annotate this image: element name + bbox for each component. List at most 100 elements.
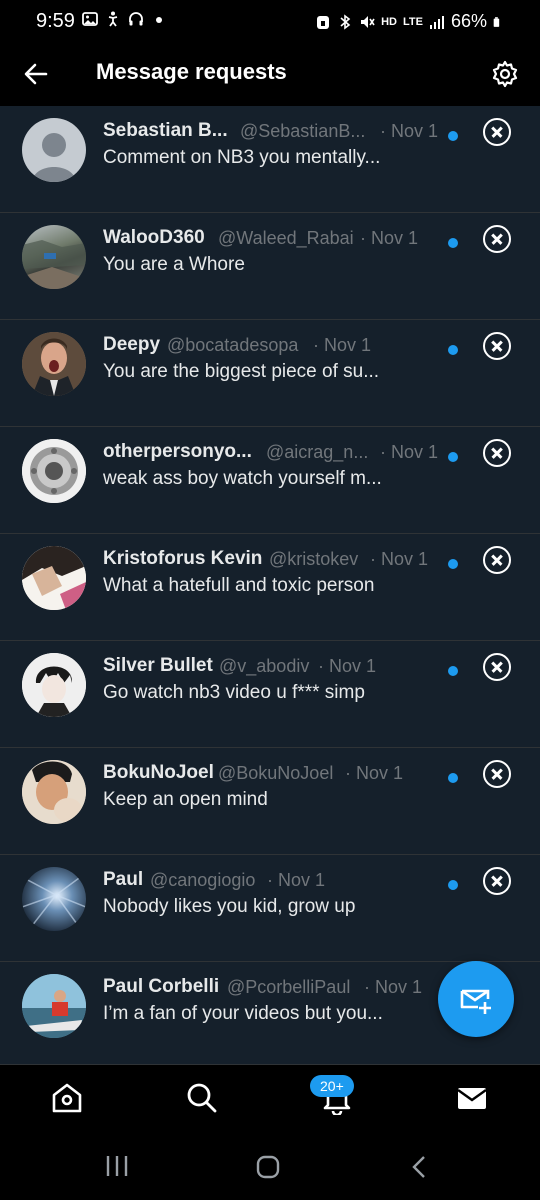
sender-handle: @Waleed_Rabai xyxy=(218,228,354,248)
message-date: · Nov 1 xyxy=(360,228,419,248)
message-preview: You are the biggest piece of su... xyxy=(103,361,380,382)
message-preview: weak ass boy watch yourself m... xyxy=(103,468,382,489)
dismiss-button[interactable] xyxy=(483,225,511,253)
notifications-badge: 20+ xyxy=(310,1075,354,1097)
list-item[interactable]: Paul @canogiogio · Nov 1 Nobody likes yo… xyxy=(0,855,540,962)
unread-dot xyxy=(448,238,458,248)
avatar xyxy=(22,760,86,824)
message-preview: Go watch nb3 video u f*** simp xyxy=(103,682,365,703)
settings-gear-icon[interactable] xyxy=(490,59,520,89)
unread-dot xyxy=(448,559,458,569)
avatar-image xyxy=(22,872,86,931)
message-preview: Nobody likes you kid, grow up xyxy=(103,896,356,917)
sender-handle: @bocatadesopa xyxy=(167,335,299,355)
dismiss-button[interactable] xyxy=(483,118,511,146)
sender-name: WalooD360 xyxy=(103,227,205,248)
status-bar: 9:59 HD LTE 66% xyxy=(0,0,540,42)
avatar-image xyxy=(22,974,86,1038)
status-right-icons: HD LTE 66% xyxy=(315,11,504,32)
sender-name: BokuNoJoel xyxy=(103,762,214,783)
message-preview: I’m a fan of your videos but you... xyxy=(103,1003,383,1024)
list-item[interactable]: Sebastian B... @SebastianB... · Nov 1 Co… xyxy=(0,106,540,213)
gallery-icon xyxy=(82,12,98,26)
mute-icon xyxy=(361,15,375,28)
compose-message-icon xyxy=(460,989,491,1014)
home-button-icon[interactable] xyxy=(255,1154,281,1180)
message-preview: What a hatefull and toxic person xyxy=(103,575,375,596)
bluetooth-icon xyxy=(340,13,351,30)
dismiss-button[interactable] xyxy=(483,760,511,788)
avatar xyxy=(22,546,86,610)
new-message-button[interactable] xyxy=(438,961,514,1037)
back-button-icon[interactable] xyxy=(408,1154,430,1180)
list-item[interactable]: WalooD360 @Waleed_Rabai · Nov 1 You are … xyxy=(0,213,540,320)
sender-handle: @BokuNoJoel xyxy=(218,763,334,783)
dismiss-button[interactable] xyxy=(483,653,511,681)
message-date: · Nov 1 xyxy=(380,121,439,141)
sender-handle: @PcorbelliPaul xyxy=(227,977,351,997)
message-preview: Comment on NB3 you mentally... xyxy=(103,147,381,168)
top-app-bar: Message requests xyxy=(0,42,540,106)
recent-apps-icon[interactable] xyxy=(104,1154,130,1178)
dismiss-button[interactable] xyxy=(483,439,511,467)
avatar xyxy=(22,867,86,931)
headset-icon xyxy=(129,12,143,26)
avatar xyxy=(22,118,86,182)
status-left-icons xyxy=(82,11,167,27)
avatar xyxy=(22,332,86,396)
dismiss-button[interactable] xyxy=(483,546,511,574)
message-date: · Nov 1 xyxy=(364,977,423,997)
sender-name: Paul Corbelli xyxy=(103,976,220,997)
list-item[interactable]: Silver Bullet @v_abodiv · Nov 1 Go watch… xyxy=(0,641,540,748)
lock-icon xyxy=(317,15,330,29)
message-date: · Nov 1 xyxy=(345,763,404,783)
sender-name: Silver Bullet xyxy=(103,655,213,676)
unread-dot xyxy=(448,131,458,141)
unread-dot xyxy=(448,345,458,355)
system-nav-bar xyxy=(0,1132,540,1200)
sender-handle: @SebastianB... xyxy=(240,121,366,141)
sender-handle: @aicrag_n... xyxy=(266,442,369,462)
dismiss-button[interactable] xyxy=(483,332,511,360)
avatar-image xyxy=(22,653,86,717)
sender-handle: @canogiogio xyxy=(150,870,256,890)
bottom-tab-bar: 20+ xyxy=(0,1064,540,1132)
search-icon[interactable] xyxy=(185,1081,219,1115)
hd-voice-label: HD xyxy=(381,15,397,28)
default-avatar-icon xyxy=(32,133,76,182)
unread-dot xyxy=(448,880,458,890)
signal-icon xyxy=(429,15,444,29)
sender-handle: @v_abodiv xyxy=(219,656,310,676)
accessibility-icon xyxy=(108,11,118,27)
message-date: · Nov 1 xyxy=(380,442,439,462)
sender-name: otherpersonyo... xyxy=(103,441,252,462)
avatar xyxy=(22,225,86,289)
status-time: 9:59 xyxy=(36,10,75,32)
avatar xyxy=(22,439,86,503)
home-icon[interactable] xyxy=(50,1081,84,1115)
network-label: LTE xyxy=(403,15,423,28)
unread-dot xyxy=(448,666,458,676)
message-date: · Nov 1 xyxy=(313,335,372,355)
list-item[interactable]: Deepy @bocatadesopa · Nov 1 You are the … xyxy=(0,320,540,427)
avatar-image xyxy=(22,240,86,289)
list-item[interactable]: Kristoforus Kevin @kristokev · Nov 1 Wha… xyxy=(0,534,540,641)
message-date: · Nov 1 xyxy=(370,549,429,569)
battery-icon xyxy=(493,16,500,27)
messages-icon[interactable] xyxy=(455,1081,489,1115)
unread-dot xyxy=(448,773,458,783)
sender-name: Paul xyxy=(103,869,144,890)
sender-name: Deepy xyxy=(103,334,161,355)
list-item[interactable]: BokuNoJoel @BokuNoJoel · Nov 1 Keep an o… xyxy=(0,748,540,855)
list-item[interactable]: otherpersonyo... @aicrag_n... · Nov 1 we… xyxy=(0,427,540,534)
sender-name: Sebastian B... xyxy=(103,120,228,141)
dot-icon xyxy=(156,17,162,23)
message-preview: Keep an open mind xyxy=(103,789,268,810)
sender-name: Kristoforus Kevin xyxy=(103,548,263,569)
avatar-image xyxy=(22,760,86,824)
dismiss-button[interactable] xyxy=(483,867,511,895)
back-arrow-icon[interactable] xyxy=(22,60,50,88)
battery-percent: 66% xyxy=(450,11,487,31)
message-date: · Nov 1 xyxy=(267,870,326,890)
sender-handle: @kristokev xyxy=(269,549,359,569)
